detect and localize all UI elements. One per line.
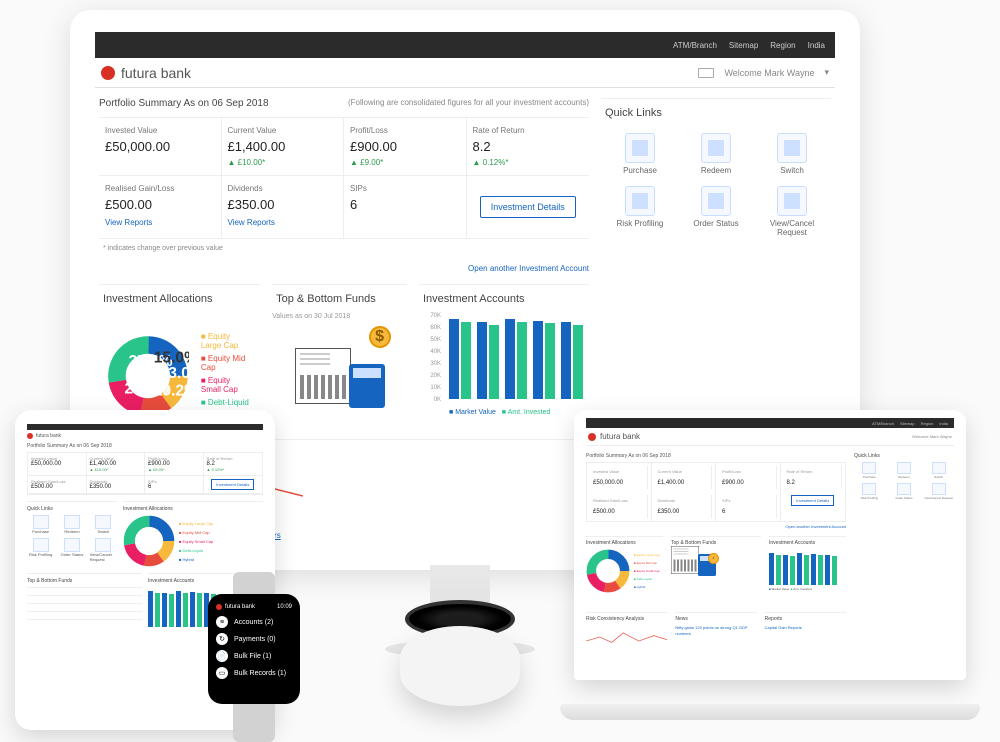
topbar-region[interactable]: Region: [770, 41, 795, 50]
ql-order-status[interactable]: Order Status: [683, 186, 749, 238]
investment-details-button[interactable]: Investment Details: [480, 196, 576, 218]
laptop-investment-details-button[interactable]: Investment Details: [791, 495, 834, 506]
topbar-country[interactable]: India: [808, 41, 825, 50]
ql-risk-profiling[interactable]: Risk Profiling: [607, 186, 673, 238]
laptop-news-link[interactable]: Nifty gains 120 points on strong Q1 GDP …: [675, 625, 747, 636]
switch-icon: [777, 133, 807, 163]
laptop-ql-order[interactable]: Order Status: [889, 483, 920, 500]
laptop-donut-chart: [586, 549, 630, 593]
laptop-bar-chart: [769, 549, 846, 585]
brand-name: futura bank: [121, 65, 191, 81]
risk-profiling-icon: [625, 186, 655, 216]
laptop-ql-switch[interactable]: Switch: [923, 462, 954, 479]
chevron-down-icon[interactable]: ▾: [824, 67, 829, 78]
laptop-reports-link[interactable]: Capital Gain Reports: [765, 625, 802, 630]
watch-item-payments[interactable]: ↻Payments (0): [216, 633, 292, 645]
tablet-ql-switch[interactable]: Switch: [90, 515, 117, 534]
svg-text:15.0%: 15.0%: [154, 349, 189, 366]
open-another-account-link[interactable]: Open another Investment Account: [468, 264, 589, 273]
watch-item-bulk-records[interactable]: ▭Bulk Records (1): [216, 667, 292, 679]
purchase-icon: [625, 133, 655, 163]
link-view-reports-2[interactable]: View Reports: [228, 218, 275, 227]
link-view-reports-1[interactable]: View Reports: [105, 218, 152, 227]
tablet-investment-details-button[interactable]: Investment Details: [211, 479, 254, 490]
laptop-ql-redeem[interactable]: Redeem: [889, 462, 920, 479]
topbar-atm[interactable]: ATM/Branch: [673, 41, 717, 50]
mail-icon[interactable]: [698, 68, 714, 78]
svg-text:28.0%: 28.0%: [125, 381, 169, 398]
watch-item-bulk-file[interactable]: 📄Bulk File (1): [216, 650, 292, 662]
summary-grid: Invested Value £50,000.00 Current Value …: [99, 117, 589, 239]
summary-footnote: * indicates change over previous value: [103, 245, 589, 252]
watch-time: 10:09: [277, 604, 292, 610]
topbar-sitemap[interactable]: Sitemap: [729, 41, 758, 50]
redeem-icon: [701, 133, 731, 163]
laptop-open-another-link[interactable]: Open another Investment Account: [786, 524, 846, 529]
brand-logo[interactable]: futura bank: [101, 65, 191, 81]
laptop-ql-risk[interactable]: Risk Profiling: [854, 483, 885, 500]
allocations-legend: Equity Large Cap Equity Mid Cap Equity S…: [201, 332, 252, 420]
quick-links-title: Quick Links: [601, 98, 831, 127]
topbar: ATM/Branch Sitemap Region India: [95, 32, 835, 58]
accounts-bar-chart: 70K60K 50K40K 30K20K 10K0K: [419, 313, 589, 403]
tablet-donut-chart: [123, 515, 175, 567]
watch-screen: futura bank 10:09 ≡Accounts (2) ↻Payment…: [208, 594, 300, 704]
brandbar: futura bank Welcome Mark Wayne ▾: [95, 58, 835, 88]
svg-text:13.0%: 13.0%: [160, 365, 189, 382]
welcome-text: Welcome Mark Wayne: [724, 68, 814, 78]
tablet-ql-cancel[interactable]: View/Cancel Request: [90, 538, 117, 562]
smart-speaker-device: [400, 600, 520, 720]
ql-view-cancel-request[interactable]: View/Cancel Request: [759, 186, 825, 238]
tablet-ql-risk[interactable]: Risk Profiling: [27, 538, 54, 562]
ql-redeem[interactable]: Redeem: [683, 133, 749, 176]
tablet-ql-order[interactable]: Order Status: [58, 538, 85, 562]
funds-illustration: $: [295, 328, 385, 408]
laptop-ql-cancel[interactable]: View/Cancel Request: [923, 483, 954, 500]
logo-icon: [101, 66, 115, 80]
laptop-device: ATM/BranchSitemap RegionIndia futura ban…: [560, 410, 980, 720]
watch-item-accounts[interactable]: ≡Accounts (2): [216, 616, 292, 628]
tablet-ql-purchase[interactable]: Purchase: [27, 515, 54, 534]
summary-note: (Following are consolidated figures for …: [348, 98, 589, 109]
laptop-ql-purchase[interactable]: Purchase: [854, 462, 885, 479]
summary-title: Portfolio Summary As on 06 Sep 2018: [99, 98, 269, 109]
quick-links-grid: Purchase Redeem Switch Risk Profiling Or…: [601, 127, 831, 243]
ql-switch[interactable]: Switch: [759, 133, 825, 176]
smartwatch-device: futura bank 10:09 ≡Accounts (2) ↻Payment…: [198, 572, 308, 742]
view-cancel-icon: [777, 186, 807, 216]
panel-top-bottom-funds: Top & Bottom Funds Values as on 30 Jul 2…: [272, 284, 407, 439]
ql-purchase[interactable]: Purchase: [607, 133, 673, 176]
order-status-icon: [701, 186, 731, 216]
tablet-ql-redeem[interactable]: Redeem: [58, 515, 85, 534]
